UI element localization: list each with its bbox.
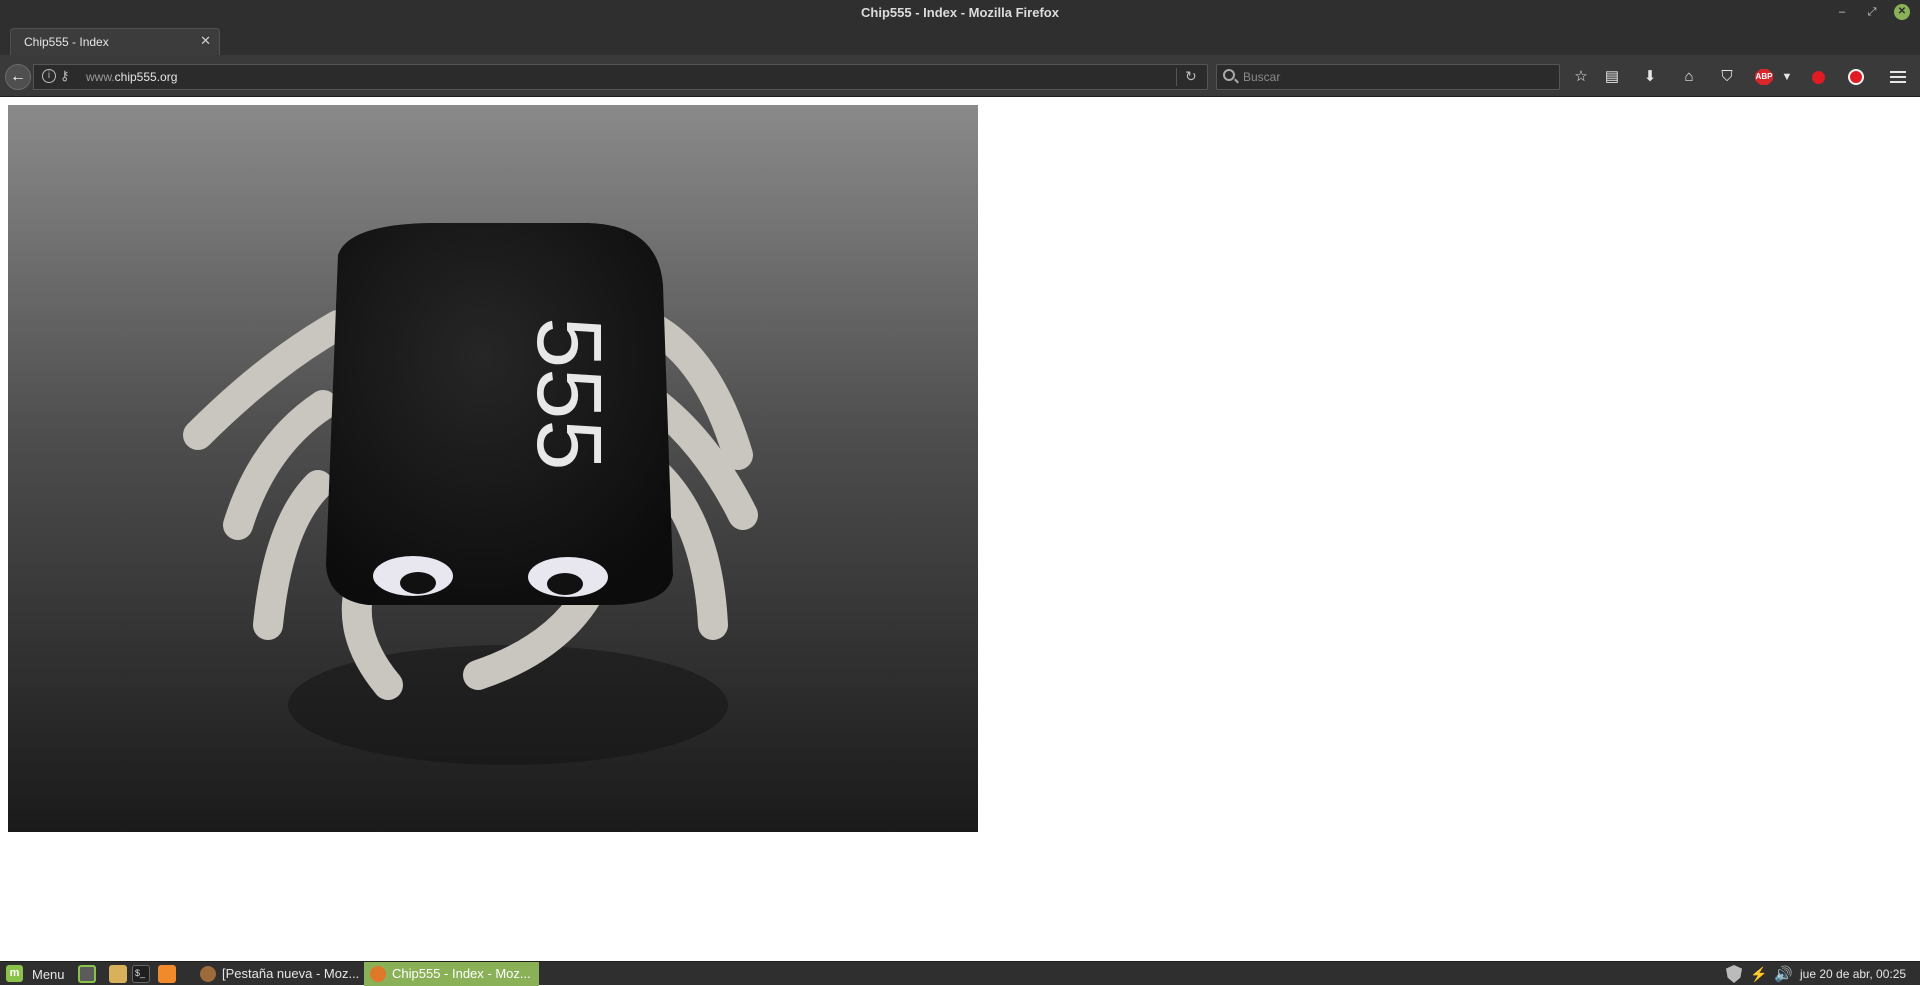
page-content: 555 (0, 97, 1920, 961)
search-icon (1223, 69, 1235, 81)
update-shield-icon[interactable] (1726, 965, 1742, 983)
search-input[interactable] (1241, 68, 1541, 86)
network-icon[interactable]: ⚡ (1750, 966, 1767, 983)
adblock-plus-icon[interactable]: ABP (1755, 69, 1773, 85)
bookmark-star-icon[interactable]: ☆ (1571, 68, 1591, 86)
record-icon[interactable] (1812, 71, 1825, 84)
close-tab-icon[interactable]: ✕ (200, 33, 211, 49)
chip-label-text: 555 (518, 317, 620, 471)
taskbar: m Menu $_ [Pestaña nueva - Moz... Chip55… (0, 961, 1920, 986)
reload-icon[interactable]: ↻ (1185, 68, 1197, 85)
volume-icon[interactable]: 🔊 (1774, 965, 1793, 983)
maximize-button[interactable]: ⤢ (1864, 4, 1880, 20)
hamburger-menu-icon[interactable] (1890, 71, 1906, 83)
terminal-icon[interactable]: $_ (132, 965, 150, 983)
clock[interactable]: jue 20 de abr, 00:25 (1800, 967, 1906, 981)
back-button[interactable]: ← (5, 64, 31, 90)
taskbar-item-new-tab[interactable]: [Pestaña nueva - Moz... (194, 962, 364, 986)
chevron-down-icon[interactable]: ▼ (1777, 68, 1797, 86)
url-domain: chip555.org (114, 70, 178, 84)
taskbar-item-chip555[interactable]: Chip555 - Index - Moz... (364, 962, 539, 986)
window-title: Chip555 - Index - Mozilla Firefox (861, 5, 1059, 20)
tab-strip: Chip555 - Index ✕ + (0, 25, 1920, 75)
mint-menu-icon[interactable]: m (6, 965, 23, 982)
firefox-icon (370, 966, 386, 982)
back-arrow-icon: ← (10, 68, 26, 85)
url-bar[interactable]: i ⚷ www.chip555.org ↻ (33, 64, 1208, 90)
key-icon[interactable]: ⚷ (60, 68, 70, 84)
firefox-icon (200, 966, 216, 982)
url-prefix: www. (86, 70, 115, 84)
tab-chip555[interactable]: Chip555 - Index ✕ (10, 28, 220, 55)
taskbar-item-label: Chip555 - Index - Moz... (392, 966, 531, 981)
terminal-launcher-icon[interactable] (78, 965, 96, 983)
pocket-icon[interactable]: ⛉ (1717, 68, 1737, 86)
downloads-icon[interactable]: ⬇ (1640, 68, 1660, 86)
firefox-launcher-icon[interactable] (158, 965, 176, 983)
navigation-toolbar: ← i ⚷ www.chip555.org ↻ ☆ ▤ ⬇ ⌂ ⛉ ABP ▼ (0, 55, 1920, 97)
tab-label: Chip555 - Index (24, 35, 109, 49)
chip555-plush-image: 555 (8, 105, 978, 832)
home-icon[interactable]: ⌂ (1679, 68, 1699, 86)
menu-button[interactable]: Menu (32, 967, 65, 982)
files-launcher-icon[interactable] (109, 965, 127, 983)
taskbar-item-label: [Pestaña nueva - Moz... (222, 966, 360, 981)
close-window-button[interactable]: ✕ (1894, 4, 1910, 20)
noscript-icon[interactable] (1848, 69, 1864, 85)
reading-list-icon[interactable]: ▤ (1602, 68, 1622, 86)
url-text[interactable]: www.chip555.org (86, 70, 177, 84)
minimize-button[interactable]: – (1834, 4, 1850, 20)
site-info-icon[interactable]: i (42, 69, 56, 83)
window-titlebar: Chip555 - Index - Mozilla Firefox – ⤢ ✕ (0, 0, 1920, 25)
url-divider (1176, 68, 1177, 86)
search-bar[interactable] (1216, 64, 1560, 90)
